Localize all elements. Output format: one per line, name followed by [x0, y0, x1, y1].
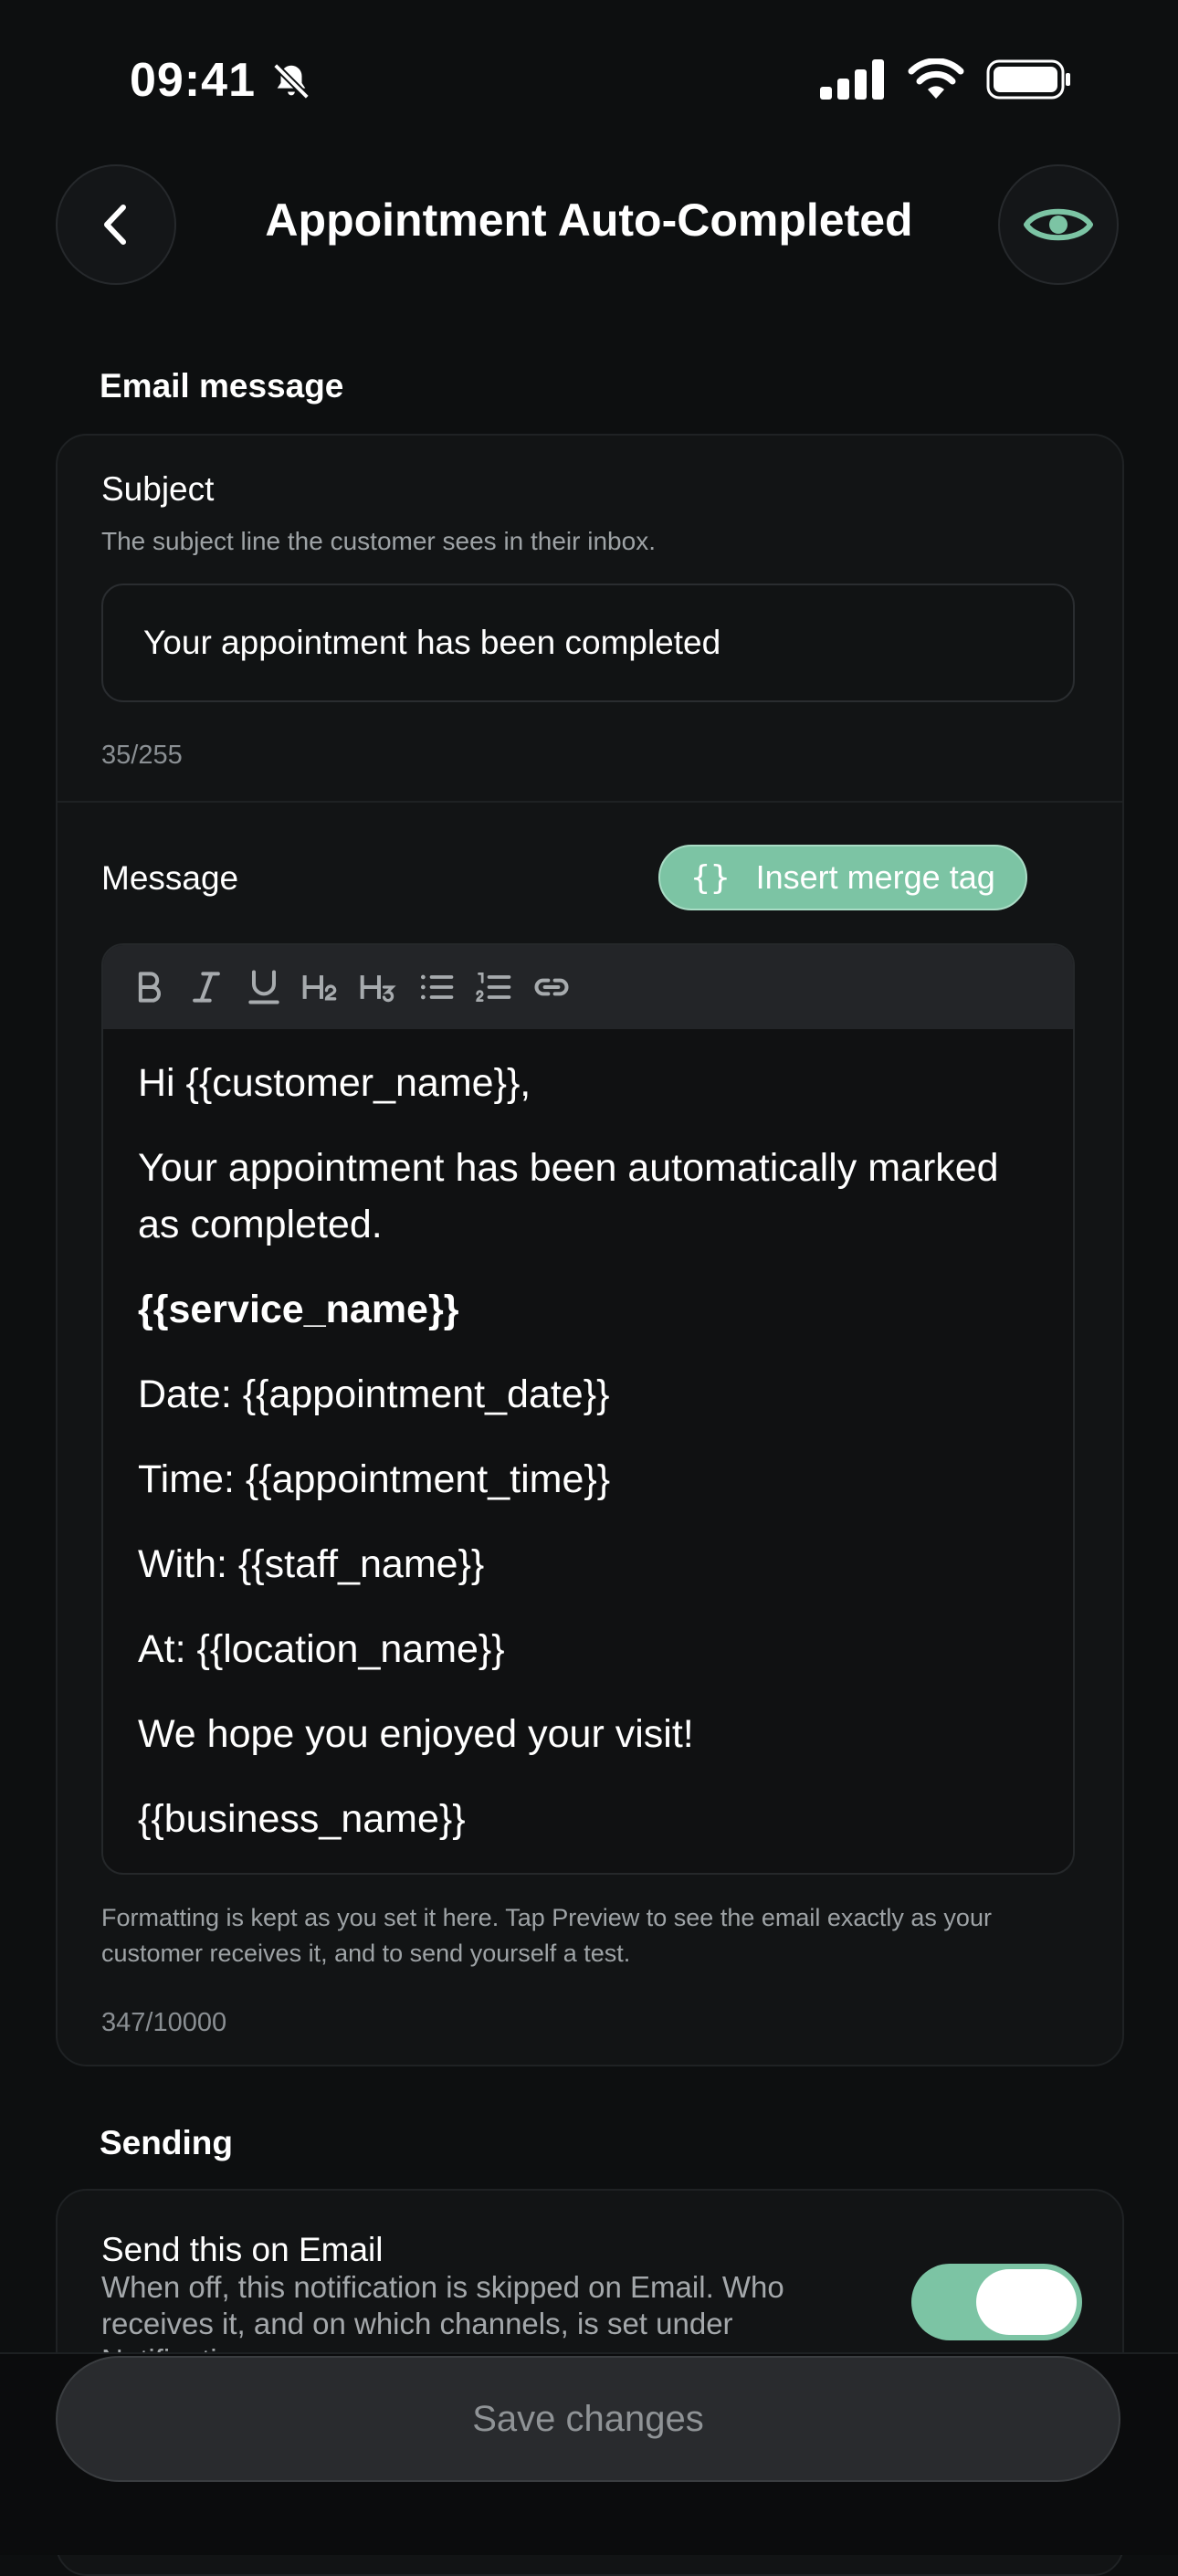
wifi-icon: [908, 58, 964, 99]
message-help: Formatting is kept as you set it here. T…: [101, 1904, 992, 1967]
braces-icon: {}: [690, 858, 731, 897]
bold-icon[interactable]: [127, 965, 171, 1009]
page-title: Appointment Auto-Completed: [265, 195, 913, 246]
subject-input[interactable]: Your appointment has been completed: [101, 584, 1075, 702]
subject-input-value: Your appointment has been completed: [143, 624, 721, 661]
heading3-icon[interactable]: [357, 965, 401, 1009]
silent-bell-icon: [270, 60, 312, 107]
numbered-list-icon[interactable]: [472, 965, 516, 1009]
status-bar: 09:41: [0, 0, 1178, 155]
editor-line-staff: With: {{staff_name}}: [138, 1542, 485, 1586]
insert-merge-tag-button[interactable]: {} Insert merge tag: [658, 845, 1027, 910]
save-changes-button[interactable]: Save changes: [56, 2356, 1120, 2482]
signal-icon: [820, 59, 884, 100]
editor-line-intro: Your appointment has been automatically …: [138, 1146, 999, 1246]
divider: [58, 801, 1122, 803]
email-card: Subject The subject line the customer se…: [56, 434, 1124, 2066]
editor-line-date: Date: {{appointment_date}}: [138, 1372, 610, 1416]
heading2-icon[interactable]: [300, 965, 343, 1009]
sending-section-label: Sending: [100, 2124, 233, 2161]
link-icon[interactable]: [530, 965, 573, 1009]
message-counter: 347/10000: [101, 2008, 227, 2037]
subject-label: Subject: [101, 470, 215, 508]
send-email-label: Send this on Email: [101, 2231, 384, 2268]
preview-button[interactable]: [998, 164, 1119, 285]
bullet-list-icon[interactable]: [415, 965, 458, 1009]
chevron-left-icon: [104, 205, 126, 245]
editor-line-time: Time: {{appointment_time}}: [138, 1457, 611, 1501]
italic-icon[interactable]: [184, 965, 228, 1009]
editor-toolbar: [103, 945, 1073, 1029]
editor-line-greeting: Hi {{customer_name}},: [138, 1061, 531, 1105]
eye-icon: [1024, 208, 1093, 241]
editor-line-signature: {{business_name}}: [138, 1797, 466, 1841]
email-section-label: Email message: [100, 367, 344, 405]
send-email-toggle[interactable]: [911, 2264, 1082, 2340]
message-editor[interactable]: Hi {{customer_name}}, Your appointment h…: [101, 943, 1075, 1875]
editor-line-location: At: {{location_name}}: [138, 1627, 505, 1671]
status-time: 09:41: [130, 54, 256, 107]
message-label: Message: [101, 859, 239, 897]
back-button[interactable]: [56, 164, 176, 285]
subject-counter: 35/255: [101, 741, 183, 770]
editor-line-closing: We hope you enjoyed your visit!: [138, 1712, 694, 1756]
battery-icon: [986, 59, 1070, 100]
editor-content[interactable]: Hi {{customer_name}}, Your appointment h…: [138, 1055, 1038, 1873]
editor-line-service: {{service_name}}: [138, 1288, 459, 1331]
status-indicators: [820, 58, 1072, 100]
toggle-knob: [976, 2269, 1077, 2335]
save-changes-label: Save changes: [472, 2398, 704, 2439]
subject-help: The subject line the customer sees in th…: [101, 527, 656, 555]
underline-icon[interactable]: [242, 965, 286, 1009]
insert-merge-tag-label: Insert merge tag: [755, 858, 995, 896]
